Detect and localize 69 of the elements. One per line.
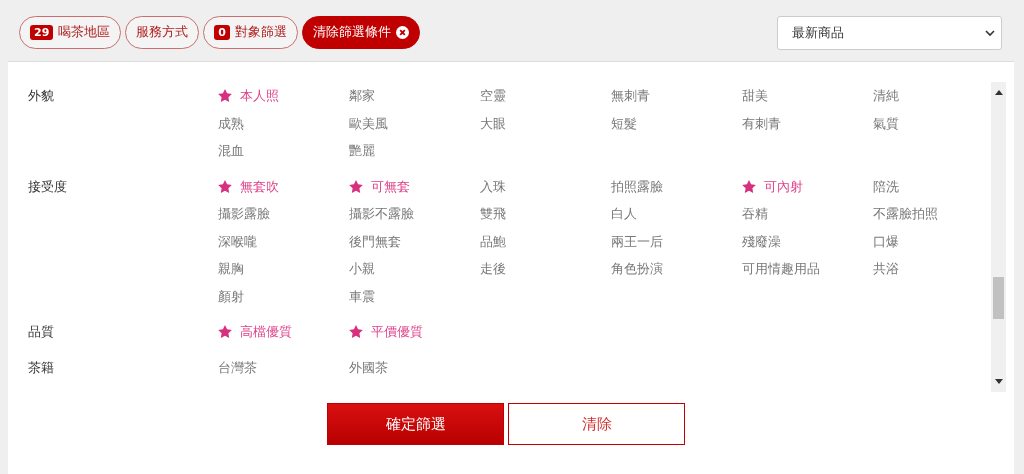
filter-option[interactable]: 小親	[349, 255, 480, 283]
filter-pill[interactable]: 服務方式	[125, 15, 200, 49]
sort-select[interactable]: 最新商品	[777, 16, 1002, 50]
filter-option[interactable]: 品鮑	[480, 227, 611, 255]
confirm-button[interactable]: 確定篩選	[327, 403, 504, 445]
filter-option[interactable]: 車震	[349, 282, 480, 310]
filter-option[interactable]: 攝影露臉	[218, 200, 349, 228]
filter-option[interactable]: 入珠	[480, 172, 611, 200]
filter-option[interactable]: 角色扮演	[611, 255, 742, 283]
filter-option[interactable]: 本人照	[218, 82, 349, 110]
filter-option[interactable]: 兩王一后	[611, 227, 742, 255]
group-label: 接受度	[28, 177, 68, 196]
filter-option[interactable]: 短髮	[611, 109, 742, 137]
filter-option[interactable]: 攝影不露臉	[349, 200, 480, 228]
filter-option[interactable]: 可無套	[349, 172, 480, 200]
scrollbar-thumb[interactable]	[993, 277, 1004, 319]
group-label: 茶籍	[28, 358, 55, 377]
group-label: 外貌	[28, 87, 55, 105]
filter-option[interactable]: 可用情趣用品	[742, 255, 873, 283]
filter-option[interactable]: 雙飛	[480, 200, 611, 228]
filter-option[interactable]: 可內射	[742, 172, 873, 200]
filter-option[interactable]: 共浴	[873, 255, 991, 283]
filter-option[interactable]: 混血	[218, 137, 349, 165]
star-icon	[349, 325, 363, 339]
close-icon	[395, 25, 409, 39]
filter-option[interactable]: 後門無套	[349, 227, 480, 255]
filter-option[interactable]: 不露臉拍照	[873, 200, 991, 228]
filter-option[interactable]: 外國茶	[349, 353, 480, 381]
filter-option[interactable]: 顏射	[218, 282, 349, 310]
filter-option[interactable]: 殘廢澡	[742, 227, 873, 255]
filter-option[interactable]: 深喉嚨	[218, 227, 349, 255]
filter-option[interactable]: 空靈	[480, 82, 611, 110]
filter-option[interactable]: 吞精	[742, 200, 873, 228]
filter-option[interactable]: 有刺青	[742, 109, 873, 137]
star-icon	[218, 89, 232, 103]
filter-option[interactable]: 口爆	[873, 227, 991, 255]
filter-option[interactable]: 氣質	[873, 109, 991, 137]
arrow-down-icon	[995, 379, 1003, 384]
count-badge: 29	[30, 24, 54, 40]
scrollbar[interactable]	[991, 82, 1006, 392]
filter-pill[interactable]: 29 喝茶地區	[19, 15, 122, 49]
filter-option[interactable]: 白人	[611, 200, 742, 228]
filter-option[interactable]: 成熟	[218, 109, 349, 137]
filter-option[interactable]: 清純	[873, 82, 991, 110]
arrow-up-icon	[995, 90, 1003, 95]
star-icon	[218, 179, 232, 193]
filter-option[interactable]: 走後	[480, 255, 611, 283]
filter-option[interactable]: 無套吹	[218, 172, 349, 200]
star-icon	[349, 179, 363, 193]
filter-option[interactable]: 大眼	[480, 109, 611, 137]
filter-option[interactable]: 無刺青	[611, 82, 742, 110]
filter-option[interactable]: 甜美	[742, 82, 873, 110]
filter-option[interactable]: 鄰家	[349, 82, 480, 110]
filter-option[interactable]: 親胸	[218, 255, 349, 283]
filter-option[interactable]: 陪洗	[873, 172, 991, 200]
clear-filters-button[interactable]: 清除篩選條件	[301, 15, 420, 49]
filter-option[interactable]: 平價優質	[349, 318, 480, 346]
filter-option[interactable]: 台灣茶	[218, 353, 349, 381]
group-label: 品質	[28, 323, 55, 341]
star-icon	[218, 325, 232, 339]
filter-option[interactable]: 歐美風	[349, 109, 480, 137]
filter-option[interactable]: 拍照露臉	[611, 172, 742, 200]
filter-option[interactable]: 艷麗	[349, 137, 480, 165]
filter-option[interactable]: 高檔優質	[218, 318, 349, 346]
count-badge: 0	[214, 24, 230, 40]
filter-pill[interactable]: 0 對象篩選	[203, 15, 298, 49]
chevron-down-icon	[985, 29, 995, 37]
star-icon	[742, 179, 756, 193]
clear-button[interactable]: 清除	[508, 403, 685, 445]
